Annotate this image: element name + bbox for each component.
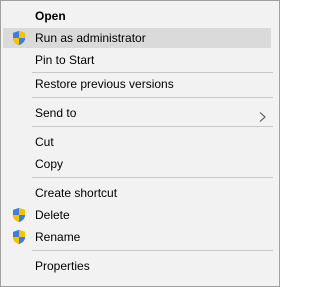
menu-item-label: Properties — [35, 259, 90, 273]
uac-shield-icon — [11, 207, 27, 223]
menu-separator — [32, 250, 273, 251]
menu-item-copy[interactable]: Copy — [3, 154, 271, 174]
chevron-right-icon — [257, 108, 267, 122]
menu-item-send-to[interactable]: Send to — [3, 103, 271, 123]
menu-item-pin-to-start[interactable]: Pin to Start — [3, 50, 271, 70]
menu-item-open[interactable]: Open — [3, 6, 271, 26]
menu-item-label: Delete — [35, 208, 70, 222]
menu-item-label: Copy — [35, 157, 64, 171]
menu-item-rename[interactable]: Rename — [3, 227, 271, 247]
menu-separator — [32, 126, 273, 127]
menu-separator — [32, 72, 273, 73]
menu-item-label: Create shortcut — [35, 186, 118, 200]
menu-item-delete[interactable]: Delete — [3, 205, 271, 225]
menu-separator — [32, 97, 273, 98]
menu-item-label: Pin to Start — [35, 53, 95, 67]
menu-separator — [32, 177, 273, 178]
uac-shield-icon — [11, 229, 27, 245]
menu-item-label: Run as administrator — [35, 31, 146, 45]
menu-item-label: Open — [35, 9, 66, 23]
menu-item-properties[interactable]: Properties — [3, 256, 271, 276]
context-menu: Open Run as administrator Pin to Start R… — [0, 0, 280, 287]
menu-item-label: Cut — [35, 135, 54, 149]
menu-item-create-shortcut[interactable]: Create shortcut — [3, 183, 271, 203]
uac-shield-icon — [11, 30, 27, 46]
menu-item-label: Rename — [35, 230, 81, 244]
menu-item-restore-previous-versions[interactable]: Restore previous versions — [3, 74, 271, 94]
menu-item-cut[interactable]: Cut — [3, 132, 271, 152]
menu-item-label: Restore previous versions — [35, 77, 174, 91]
menu-item-label: Send to — [35, 106, 77, 120]
menu-item-run-as-administrator[interactable]: Run as administrator — [3, 28, 271, 48]
